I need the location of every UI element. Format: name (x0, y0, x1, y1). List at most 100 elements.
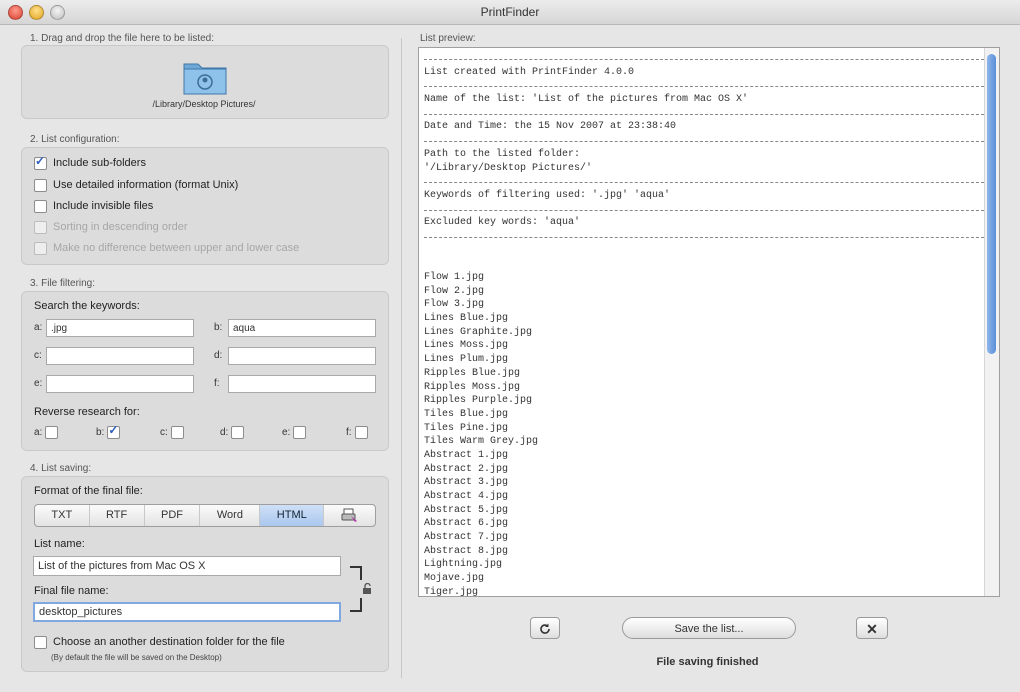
option-include-subfolders[interactable]: Include sub-folders (34, 154, 146, 171)
preview-separator (424, 230, 984, 244)
option-label: Use detailed information (format Unix) (53, 179, 239, 191)
reverse-checkbox-d[interactable] (231, 426, 245, 439)
field-letter-f: f: (214, 378, 220, 389)
file-name-label: Final file name: (34, 585, 109, 597)
lock-icon[interactable] (362, 583, 373, 594)
list-name-label: List name: (34, 538, 85, 550)
format-options-button[interactable] (324, 505, 375, 526)
detailed-info-checkbox[interactable] (34, 178, 47, 192)
format-txt-button[interactable]: TXT (35, 505, 90, 526)
keyword-field-a[interactable] (46, 319, 194, 337)
case-insensitive-checkbox (34, 241, 47, 255)
preview-separator (424, 203, 984, 217)
preview-scrollbar[interactable] (984, 48, 999, 596)
option-label: Include sub-folders (53, 157, 146, 169)
reverse-checkbox-b[interactable] (107, 423, 121, 439)
panel-divider (401, 38, 402, 678)
destination-folder-checkbox[interactable] (34, 635, 47, 649)
preview-line (424, 244, 984, 258)
print-icon (341, 508, 357, 523)
preview-line: Abstract 8.jpg (424, 545, 509, 557)
reverse-item-d[interactable]: d: (220, 426, 245, 439)
include-subfolders-checkbox[interactable] (34, 154, 47, 170)
save-list-button[interactable]: Save the list... (622, 617, 796, 639)
preview-separator (424, 175, 984, 189)
keyword-field-b[interactable] (228, 319, 376, 337)
option-invisible-files[interactable]: Include invisible files (34, 198, 153, 214)
option-label: Make no difference between upper and low… (53, 242, 300, 254)
preview-line: Date and Time: the 15 Nov 2007 at 23:38:… (424, 121, 677, 133)
keyword-field-c[interactable] (46, 347, 194, 365)
preview-line: Tiles Warm Grey.jpg (424, 436, 539, 448)
preview-line: Ripples Purple.jpg (424, 395, 533, 407)
refresh-icon (540, 623, 550, 634)
preview-line: Abstract 3.jpg (424, 477, 509, 489)
title-bar: PrintFinder (0, 0, 1020, 25)
preview-line: Mojave.jpg (424, 573, 485, 585)
preview-line: List created with PrintFinder 4.0.0 (424, 66, 635, 78)
preview-line: Abstract 1.jpg (424, 449, 509, 461)
scrollbar-thumb[interactable] (987, 54, 996, 354)
preview-separator (424, 79, 984, 93)
reverse-checkbox-f[interactable] (354, 426, 368, 439)
preview-line: Lines Graphite.jpg (424, 326, 533, 338)
preview-label: List preview: (420, 33, 476, 44)
reverse-label: Reverse research for: (34, 406, 140, 418)
keyword-field-e[interactable] (46, 375, 194, 393)
folder-icon (183, 63, 227, 95)
link-bracket-top (350, 566, 362, 580)
preview-line: Ripples Moss.jpg (424, 381, 521, 393)
list-preview[interactable]: List created with PrintFinder 4.0.0 Name … (418, 47, 1000, 597)
saving-section-label: 4. List saving: (30, 463, 92, 474)
reverse-checkbox-c[interactable] (170, 426, 184, 439)
reverse-item-a[interactable]: a: (34, 426, 59, 439)
list-name-field[interactable] (33, 556, 341, 576)
reverse-item-f[interactable]: f: (346, 426, 368, 439)
preview-line: Abstract 7.jpg (424, 532, 509, 544)
preview-line: Abstract 5.jpg (424, 504, 509, 516)
format-html-button[interactable]: HTML (260, 505, 325, 526)
keyword-field-d[interactable] (228, 347, 376, 365)
format-pdf-button[interactable]: PDF (145, 505, 201, 526)
reverse-item-c[interactable]: c: (160, 426, 184, 439)
field-letter-b: b: (214, 322, 223, 333)
refresh-button[interactable] (530, 617, 560, 639)
field-letter-a: a: (34, 322, 43, 333)
reverse-letter: c: (160, 427, 168, 438)
keyword-field-f[interactable] (228, 375, 376, 393)
invisible-files-checkbox[interactable] (34, 199, 47, 213)
preview-line: Ripples Blue.jpg (424, 367, 521, 379)
close-icon: ✕ (866, 621, 878, 637)
window-title: PrintFinder (480, 5, 540, 19)
format-rtf-button[interactable]: RTF (90, 505, 145, 526)
preview-line: Tiger.jpg (424, 586, 479, 597)
drop-section-label: 1. Drag and drop the file here to be lis… (30, 33, 215, 44)
format-segmented-control: TXT RTF PDF Word HTML (34, 504, 376, 527)
reverse-checkbox-a[interactable] (45, 426, 59, 439)
preview-line: Keywords of filtering used: '.jpg' 'aqua… (424, 189, 671, 201)
filter-group (21, 291, 389, 451)
reverse-item-b[interactable]: b: (96, 423, 121, 439)
reverse-letter: e: (282, 427, 291, 438)
file-name-field[interactable] (33, 602, 341, 622)
option-detailed-info[interactable]: Use detailed information (format Unix) (34, 177, 238, 193)
field-letter-e: e: (34, 378, 43, 389)
reverse-letter: b: (96, 427, 105, 438)
reverse-letter: d: (220, 427, 229, 438)
preview-text: List created with PrintFinder 4.0.0 Name … (424, 52, 984, 597)
reverse-checkbox-e[interactable] (293, 426, 307, 439)
format-label: Format of the final file: (34, 485, 143, 497)
config-section-label: 2. List configuration: (30, 134, 120, 145)
field-letter-d: d: (214, 350, 223, 361)
option-case-insensitive: Make no difference between upper and low… (34, 240, 299, 256)
reverse-letter: f: (346, 427, 352, 438)
preview-separator (424, 52, 984, 66)
clear-button[interactable]: ✕ (856, 617, 888, 639)
preview-line: Abstract 2.jpg (424, 463, 509, 475)
option-destination-folder[interactable]: Choose an another destination folder for… (34, 634, 285, 650)
preview-line: Lines Moss.jpg (424, 340, 509, 352)
preview-line: Lines Blue.jpg (424, 313, 509, 325)
option-label: Sorting in descending order (53, 221, 188, 233)
format-word-button[interactable]: Word (200, 505, 261, 526)
reverse-item-e[interactable]: e: (282, 426, 307, 439)
